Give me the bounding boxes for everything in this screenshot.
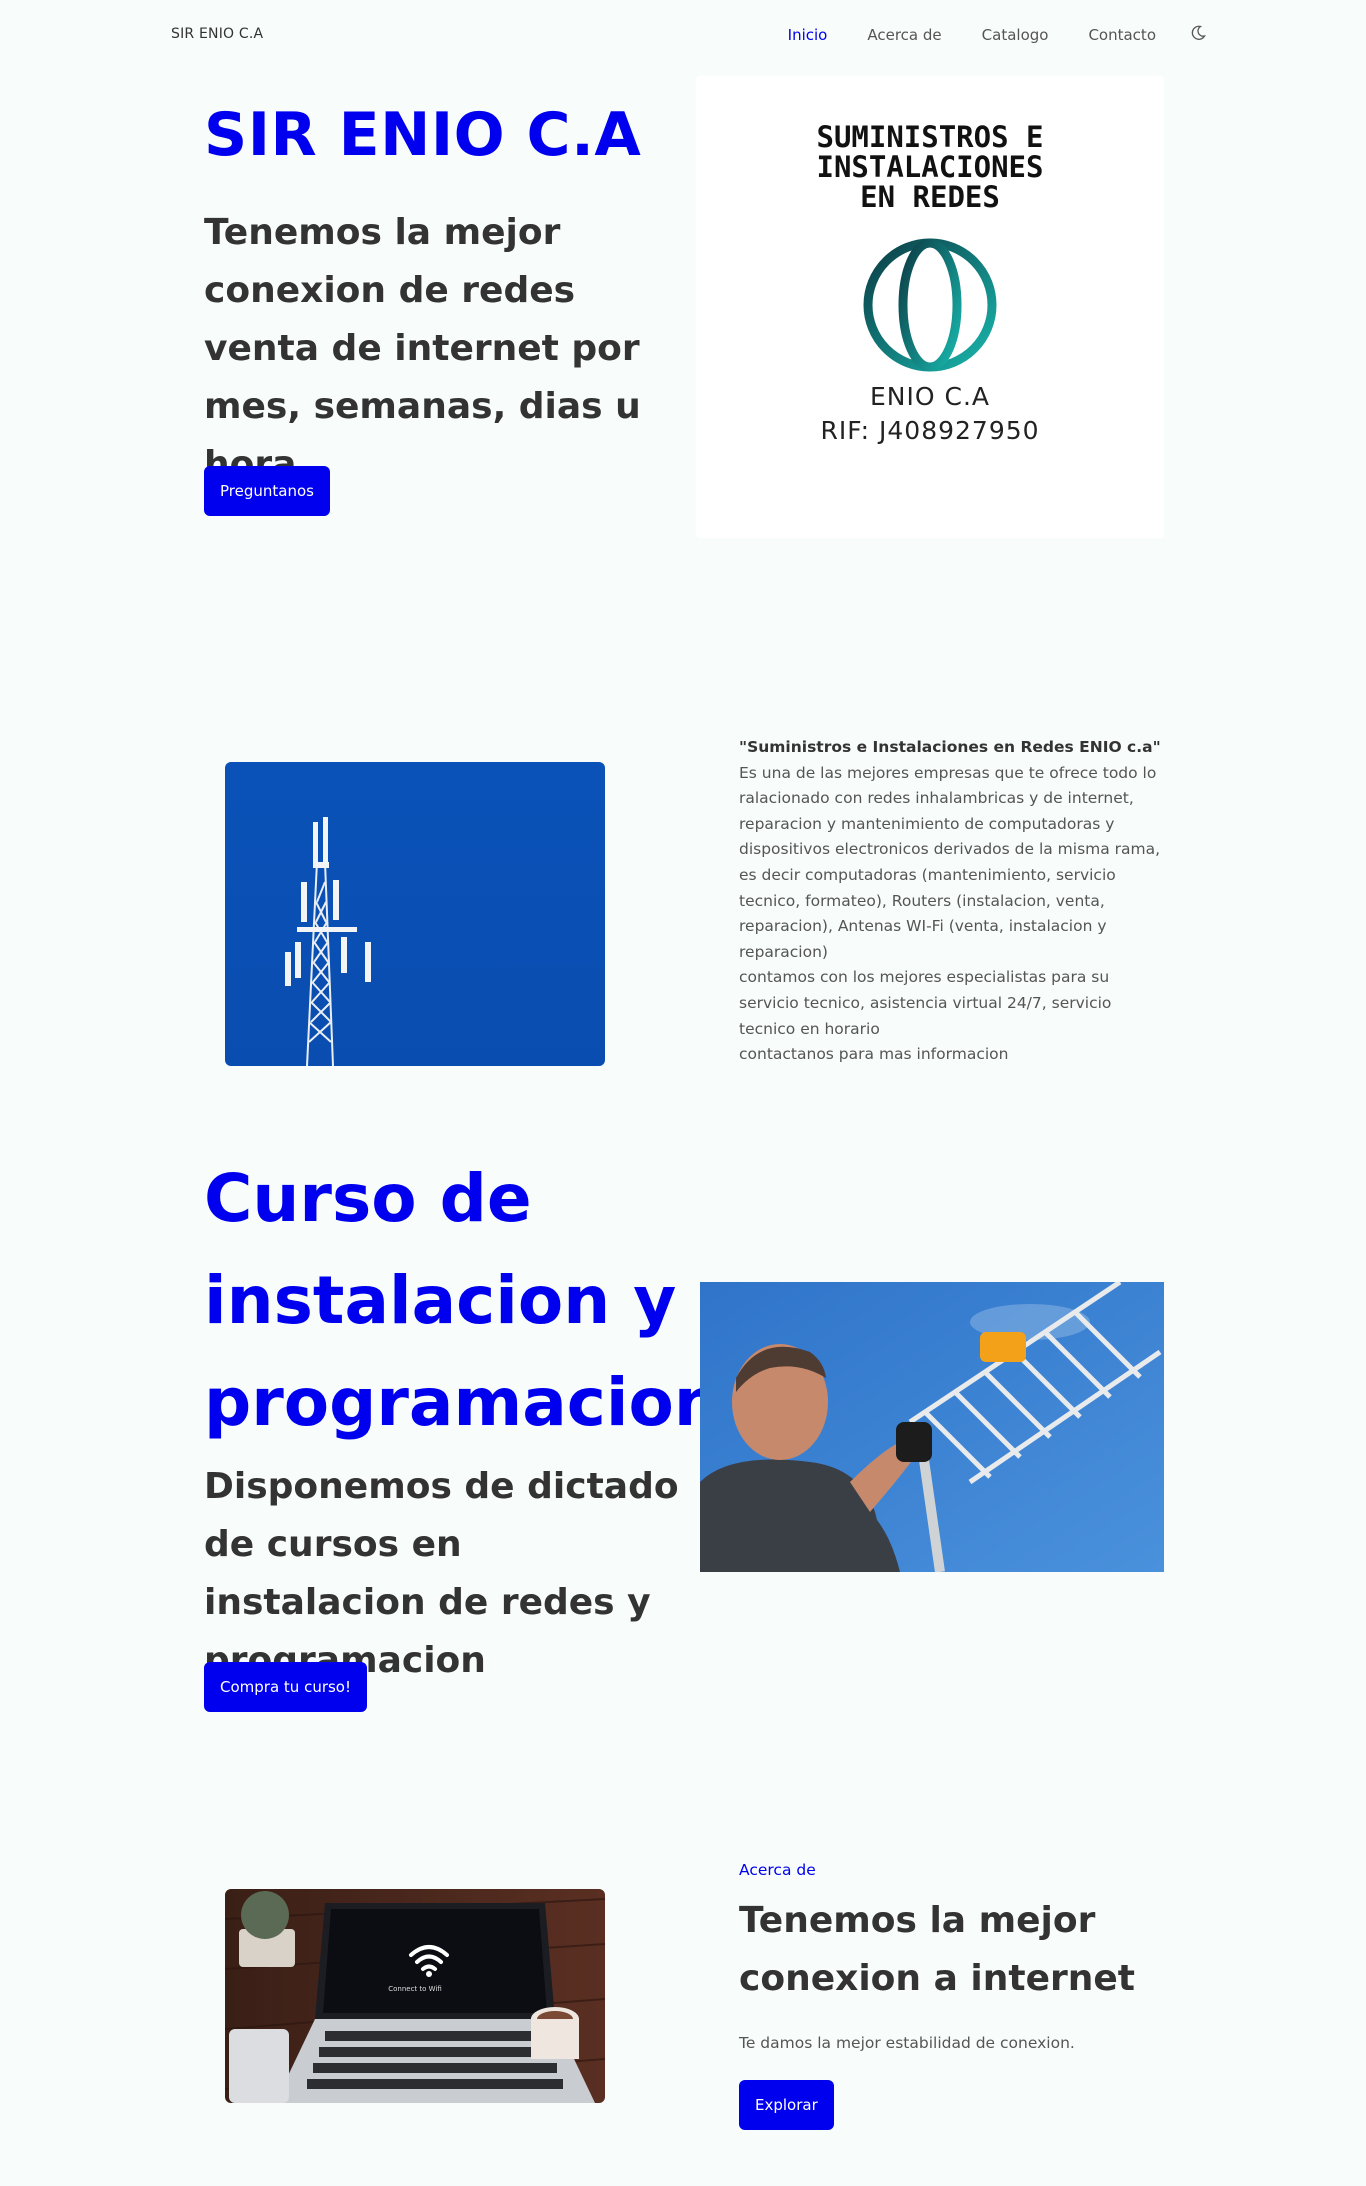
preguntanos-button[interactable]: Preguntanos — [204, 466, 330, 516]
laptop-screen-text: Connect to Wifi — [388, 1985, 442, 1993]
logo-heading: SUMINISTROS E INSTALACIONES EN REDES — [696, 122, 1164, 212]
wifi-icon — [409, 1945, 449, 1977]
technician-antenna-photo — [700, 1282, 1164, 1572]
connection-title: Tenemos la mejor conexion a internet — [739, 1900, 1135, 1999]
about-paragraph: "Suministros e Instalaciones en Redes EN… — [739, 735, 1169, 965]
logo-rif: RIF: J408927950 — [820, 416, 1040, 445]
about-eyebrow: Acerca de — [739, 1861, 816, 1879]
course-subtitle: Disponemos de dictado de cursos en insta… — [204, 1466, 679, 1681]
nav-links: Inicio Acerca de Catalogo Contacto — [748, 25, 1206, 44]
course-title: Curso de instalacion y programacion — [204, 1160, 721, 1441]
hero-title: SIR ENIO C.A — [204, 100, 642, 170]
moon-icon[interactable] — [1190, 25, 1206, 41]
explorar-button[interactable]: Explorar — [739, 2080, 834, 2130]
globe-icon — [863, 238, 997, 372]
logo-company-name: ENIO C.A — [870, 382, 990, 411]
buy-course-button[interactable]: Compra tu curso! — [204, 1662, 367, 1712]
about-services-text: contamos con los mejores especialistas p… — [739, 968, 1112, 1038]
laptop-wifi-photo: Connect to Wifi — [225, 1889, 605, 2103]
about-contact-text: contactanos para mas informacion — [739, 1045, 1009, 1064]
telecom-tower-photo — [225, 762, 605, 1066]
hero-subtitle: Tenemos la mejor conexion de redes venta… — [204, 212, 641, 485]
about-lead-text: Es una de las mejores empresas que te of… — [739, 763, 1161, 961]
logo-heading-line: EN REDES — [860, 180, 1000, 214]
nav-link-inicio[interactable]: Inicio — [788, 26, 828, 44]
top-navbar: SIR ENIO C.A Inicio Acerca de Catalogo C… — [0, 0, 1366, 70]
about-description: "Suministros e Instalaciones en Redes EN… — [739, 735, 1169, 1068]
company-logo: SUMINISTROS E INSTALACIONES EN REDES ENI… — [696, 76, 1164, 538]
nav-link-catalogo[interactable]: Catalogo — [982, 26, 1049, 44]
nav-link-acerca-de[interactable]: Acerca de — [867, 26, 941, 44]
connection-text: Te damos la mejor estabilidad de conexio… — [739, 2034, 1075, 2052]
about-company-name: "Suministros e Instalaciones en Redes EN… — [739, 738, 1161, 756]
nav-link-contacto[interactable]: Contacto — [1088, 26, 1156, 44]
logo-heading-line: INSTALACIONES — [816, 150, 1044, 184]
logo-heading-line: SUMINISTROS E — [816, 120, 1044, 154]
navbar-brand[interactable]: SIR ENIO C.A — [171, 26, 263, 42]
